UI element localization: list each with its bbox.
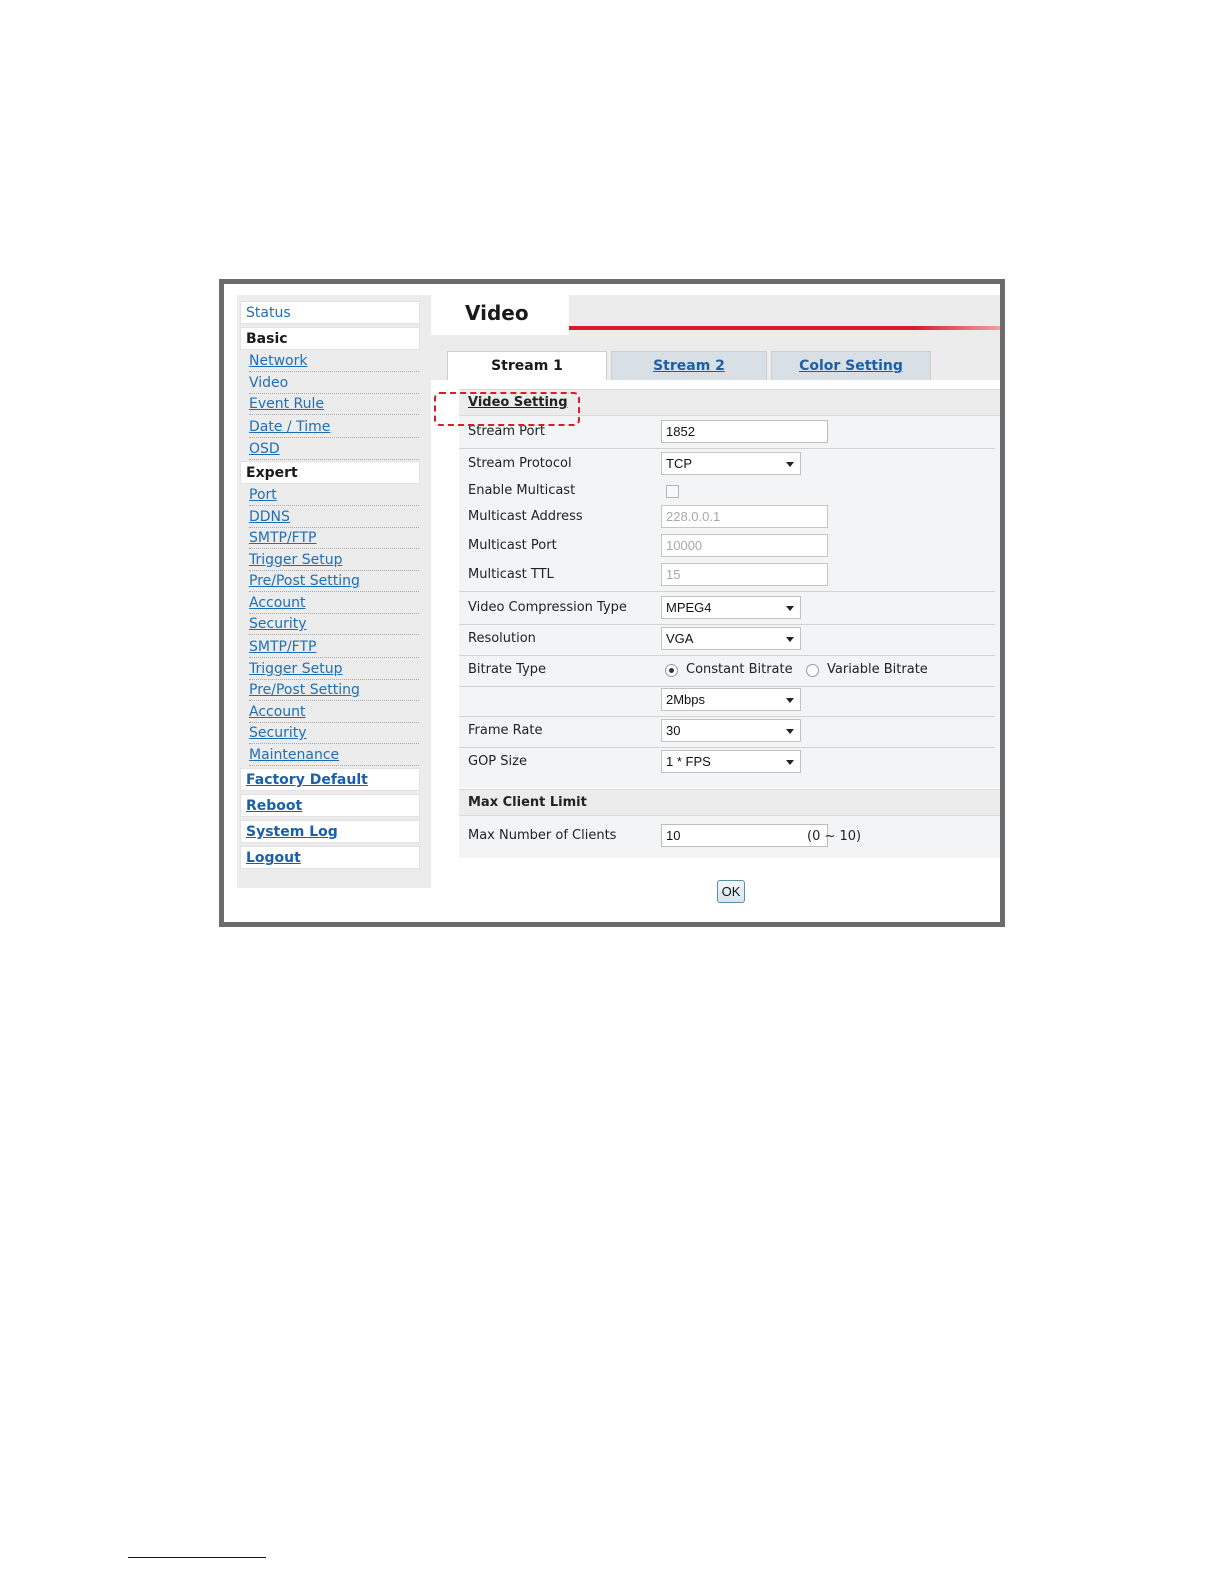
sidebar-item-date-time[interactable]: Date / Time xyxy=(249,418,419,438)
multicast-ttl-label: Multicast TTL xyxy=(468,567,554,582)
sidebar-item-security[interactable]: Security xyxy=(249,615,419,635)
row-frame-rate: Frame Rate 30 xyxy=(459,717,995,748)
page-header: Video xyxy=(431,295,1000,335)
sidebar-item-trigger-setup[interactable]: Trigger Setup xyxy=(249,551,419,571)
chevron-down-icon xyxy=(786,462,794,467)
sidebar-item-security-2[interactable]: Security xyxy=(249,724,419,744)
row-bitrate-type: Bitrate Type Constant Bitrate Variable B… xyxy=(459,656,995,687)
multicast-address-input[interactable]: 228.0.0.1 xyxy=(661,505,828,528)
chevron-down-icon xyxy=(786,760,794,765)
sidebar-item-account[interactable]: Account xyxy=(249,594,419,614)
video-setting-form: Stream Port 1852 Stream Protocol TCP Ena… xyxy=(459,416,1000,788)
multicast-address-label: Multicast Address xyxy=(468,509,583,524)
gop-size-value: 1 * FPS xyxy=(666,754,711,769)
bitrate-type-label: Bitrate Type xyxy=(468,662,547,677)
tab-color-setting[interactable]: Color Setting xyxy=(771,351,931,380)
sidebar-nav: Status Basic Network Video Event Rule Da… xyxy=(237,295,431,888)
tab-content: Video Setting Stream Port 1852 Stream Pr… xyxy=(431,380,1000,885)
tab-stream-2[interactable]: Stream 2 xyxy=(611,351,767,380)
frame-rate-label: Frame Rate xyxy=(468,723,543,738)
tab-stream-1[interactable]: Stream 1 xyxy=(447,351,607,381)
row-multicast-ttl: Multicast TTL 15 xyxy=(459,561,995,592)
tab-bar: Stream 1 Stream 2 Color Setting xyxy=(431,335,1000,381)
chevron-down-icon xyxy=(786,637,794,642)
row-resolution: Resolution VGA xyxy=(459,625,995,656)
footnote-rule xyxy=(128,1557,266,1558)
sidebar-item-smtp-ftp[interactable]: SMTP/FTP xyxy=(249,529,419,549)
frame-rate-value: 30 xyxy=(666,723,681,738)
row-bitrate-value: 2Mbps xyxy=(459,686,995,717)
sidebar-item-pre-post-setting-2[interactable]: Pre/Post Setting xyxy=(249,681,419,701)
enable-multicast-label: Enable Multicast xyxy=(468,483,576,498)
sidebar-item-system-log[interactable]: System Log xyxy=(240,820,420,843)
sidebar-header-basic: Basic xyxy=(240,327,420,350)
chevron-down-icon xyxy=(786,729,794,734)
multicast-port-label: Multicast Port xyxy=(468,538,557,553)
compression-type-label: Video Compression Type xyxy=(468,600,627,615)
sidebar-item-maintenance[interactable]: Maintenance xyxy=(249,746,419,766)
max-client-form: Max Number of Clients 10 (0 ~ 10) xyxy=(459,816,1000,858)
sidebar-item-event-rule[interactable]: Event Rule xyxy=(249,395,419,415)
constant-bitrate-radio[interactable] xyxy=(665,664,678,677)
stream-protocol-value: TCP xyxy=(666,456,692,471)
enable-multicast-checkbox[interactable] xyxy=(666,485,679,498)
sidebar-item-reboot[interactable]: Reboot xyxy=(240,794,420,817)
resolution-select[interactable]: VGA xyxy=(661,627,801,650)
row-compression-type: Video Compression Type MPEG4 xyxy=(459,594,995,625)
resolution-label: Resolution xyxy=(468,631,536,646)
sidebar-item-trigger-setup-2[interactable]: Trigger Setup xyxy=(249,660,419,680)
row-multicast-port: Multicast Port 10000 xyxy=(459,532,995,562)
stream-port-label: Stream Port xyxy=(468,424,545,439)
sidebar-item-video[interactable]: Video xyxy=(249,374,419,394)
header-red-rule xyxy=(569,326,1000,330)
row-gop-size: GOP Size 1 * FPS xyxy=(459,748,995,778)
max-clients-range-hint: (0 ~ 10) xyxy=(807,829,862,844)
row-max-clients: Max Number of Clients 10 (0 ~ 10) xyxy=(459,822,995,852)
multicast-port-input[interactable]: 10000 xyxy=(661,534,828,557)
max-clients-input[interactable]: 10 xyxy=(661,824,828,847)
constant-bitrate-label: Constant Bitrate xyxy=(686,662,793,677)
frame-rate-select[interactable]: 30 xyxy=(661,719,801,742)
sidebar-item-status[interactable]: Status xyxy=(240,301,420,324)
sidebar-item-account-2[interactable]: Account xyxy=(249,703,419,723)
section-header-max-client: Max Client Limit xyxy=(459,789,1000,816)
max-clients-label: Max Number of Clients xyxy=(468,828,617,843)
sidebar-item-network[interactable]: Network xyxy=(249,352,419,372)
row-stream-protocol: Stream Protocol TCP xyxy=(459,450,995,480)
sidebar-item-factory-default[interactable]: Factory Default xyxy=(240,768,420,791)
sidebar-item-port[interactable]: Port xyxy=(249,486,419,506)
chevron-down-icon xyxy=(786,698,794,703)
sidebar-header-expert: Expert xyxy=(240,461,420,484)
chevron-down-icon xyxy=(786,606,794,611)
variable-bitrate-radio[interactable] xyxy=(806,664,819,677)
sidebar-item-pre-post-setting[interactable]: Pre/Post Setting xyxy=(249,572,419,592)
page-title-box: Video xyxy=(431,295,569,335)
multicast-ttl-input[interactable]: 15 xyxy=(661,563,828,586)
bitrate-value: 2Mbps xyxy=(666,692,706,707)
ok-button[interactable]: OK xyxy=(717,880,745,903)
compression-type-select[interactable]: MPEG4 xyxy=(661,596,801,619)
row-multicast-address: Multicast Address 228.0.0.1 xyxy=(459,503,995,533)
variable-bitrate-label: Variable Bitrate xyxy=(827,662,928,677)
highlight-annotation xyxy=(434,392,580,426)
page-title: Video xyxy=(465,301,529,325)
stream-protocol-label: Stream Protocol xyxy=(468,456,572,471)
main-panel: Video Stream 1 Stream 2 Color Setting Vi… xyxy=(431,295,1000,922)
sidebar-item-ddns[interactable]: DDNS xyxy=(249,508,419,528)
sidebar-item-osd[interactable]: OSD xyxy=(249,440,419,460)
gop-size-label: GOP Size xyxy=(468,754,527,769)
sidebar-item-smtp-ftp-2[interactable]: SMTP/FTP xyxy=(249,638,419,658)
compression-type-value: MPEG4 xyxy=(666,600,712,615)
screenshot-frame: Status Basic Network Video Event Rule Da… xyxy=(219,279,1005,927)
sidebar-item-logout[interactable]: Logout xyxy=(240,846,420,869)
gop-size-select[interactable]: 1 * FPS xyxy=(661,750,801,773)
stream-protocol-select[interactable]: TCP xyxy=(661,452,801,475)
bitrate-select[interactable]: 2Mbps xyxy=(661,688,801,711)
stream-port-input[interactable]: 1852 xyxy=(661,420,828,443)
resolution-value: VGA xyxy=(666,631,694,646)
